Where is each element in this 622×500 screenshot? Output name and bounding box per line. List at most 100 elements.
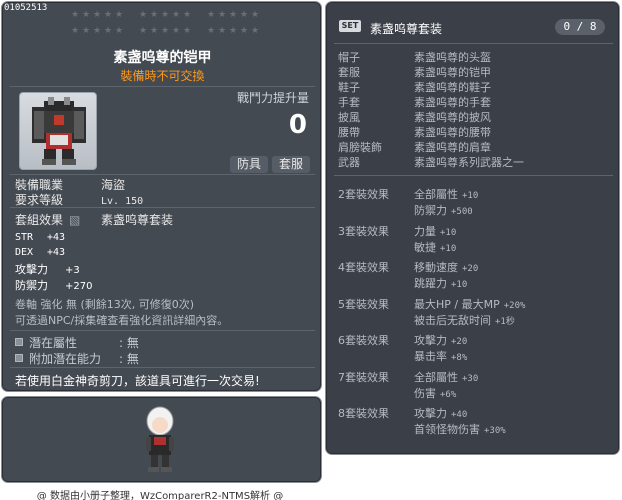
stat-defense: 防禦力 +270 — [15, 277, 92, 293]
star-icon: ★ — [250, 10, 260, 20]
stat-value: +3 — [65, 265, 80, 276]
star-icon: ★ — [92, 10, 102, 20]
potential-label: 附加潛在能力 — [29, 352, 102, 366]
level-label: 要求等級 — [15, 193, 64, 207]
stat-value: +270 — [65, 281, 93, 292]
star-icon: ★ — [217, 10, 227, 20]
set-piece-slot: 帽子 — [338, 51, 360, 64]
potential-row: 潛在屬性 : 無 — [15, 334, 139, 351]
level-value: Lv. 150 — [101, 196, 144, 207]
set-bonus-title: 4套裝效果 — [338, 261, 389, 274]
set-bonus-value: +20% — [503, 300, 526, 311]
npc-hint: 可透過NPC/採集確查看強化資訊詳細內容。 — [15, 314, 229, 327]
star-icon: ★ — [149, 10, 159, 20]
set-piece-row: 肩膀裝飾 素盏呜尊的肩章 — [338, 139, 491, 155]
stat-dex: DEX +43 — [15, 245, 65, 258]
set-bonus-line: 最大HP / 最大MP +20% — [414, 296, 525, 312]
armor-icon — [32, 97, 86, 165]
set-bonus-title: 5套裝效果 — [338, 297, 389, 311]
set-count: 0 / 8 — [555, 19, 605, 35]
scissors-notice: 若使用白金神奇剪刀，該道具可進行一次交易! — [15, 374, 260, 388]
set-effect-label: 套組效果 — [15, 213, 64, 227]
star-icon: ★ — [182, 10, 192, 20]
divider — [334, 175, 613, 176]
star-icon: ★ — [239, 10, 249, 20]
set-bonus-stat: 攻擊力 — [414, 334, 447, 347]
star-icon: ★ — [114, 26, 124, 36]
scroll-upgrade-info: 卷軸 強化 無 (剩餘13次, 可修復0次) — [15, 298, 195, 311]
set-bonus-stat: 防禦力 — [414, 204, 447, 217]
category-tag: 防具 — [230, 156, 269, 173]
level-row: 要求等級 Lv. 150 — [15, 191, 143, 208]
set-bonus-stat: 移動速度 — [414, 261, 458, 274]
star-icon: ★ — [171, 26, 181, 36]
set-effect-row: 套組效果 ▧ 素盏呜尊套装 — [15, 211, 173, 228]
set-bonus-value: +10 — [462, 191, 479, 201]
item-name: 素盏呜尊的铠甲 — [113, 50, 212, 66]
set-bonus-stat: 全部屬性 — [414, 370, 458, 384]
set-bonus-title: 6套裝效果 — [338, 334, 389, 347]
star-icon: ★ — [114, 10, 124, 20]
trade-restriction: 裝備時不可交換 — [120, 69, 205, 83]
set-bonus-stat: 伤害 — [414, 386, 436, 400]
set-bonus-stat: 最大HP / 最大MP — [414, 297, 500, 311]
set-badge: SET — [339, 20, 361, 32]
set-piece-name: 素盏呜尊的鞋子 — [414, 81, 491, 94]
set-bonus-line: 全部屬性 +30 — [414, 369, 478, 385]
set-bonus-value: +20 — [451, 337, 468, 347]
set-bonus-stat: 被击后无敌时间 — [414, 313, 491, 327]
item-tooltip: 01052513 ★ ★ ★ ★ ★ ★ ★ ★ ★ ★ ★ ★ ★ ★ ★ ★ ★ ★ ★ ★ ★ ★ ★ ★ ★ ★ ★ ★ ★ ★… — [1, 1, 322, 392]
set-bonus-line: 伤害 +6% — [414, 385, 456, 401]
set-piece-slot: 套服 — [338, 66, 360, 79]
set-bonus-title: 7套裝效果 — [338, 370, 389, 384]
set-bonus-stat: 攻擊力 — [414, 407, 447, 420]
set-bonus-value: +40 — [451, 410, 468, 420]
set-bonus-stat: 全部屬性 — [414, 188, 458, 201]
set-piece-name: 素盏呜尊的头盔 — [414, 51, 491, 64]
set-tooltip: SET 素盏呜尊套装 0 / 8 帽子 素盏呜尊的头盔 套服 素盏呜尊的铠甲 鞋子 素盏呜… — [325, 1, 620, 455]
set-bonus-line: 力量 +10 — [414, 223, 456, 239]
set-piece-row: 手套 素盏呜尊的手套 — [338, 94, 491, 110]
set-bonus-line: 攻擊力 +20 — [414, 332, 467, 348]
set-bonus-value: +10 — [451, 280, 468, 290]
job-value: 海盜 — [101, 178, 126, 192]
potential-label: 潛在屬性 — [29, 336, 78, 350]
set-bonus-title: 3套裝效果 — [338, 224, 389, 238]
set-bonus-stat: 暴击率 — [414, 350, 447, 363]
set-piece-slot: 武器 — [338, 156, 360, 169]
stat-str: STR +43 — [15, 230, 65, 243]
divider — [10, 367, 315, 368]
set-bonus-value: +1秒 — [495, 316, 515, 327]
potential-value: : 無 — [119, 336, 139, 350]
set-bonus-stat: 跳躍力 — [414, 277, 447, 290]
stat-value: +43 — [47, 247, 66, 258]
potential-value: : 無 — [119, 352, 139, 366]
star-icon: ★ — [81, 26, 91, 36]
star-icon: ★ — [206, 26, 216, 36]
set-piece-name: 素盏呜尊的铠甲 — [414, 66, 491, 79]
star-icon: ★ — [103, 10, 113, 20]
potential-icon — [15, 338, 23, 346]
star-force-row: ★ ★ ★ ★ ★ ★ ★ ★ ★ ★ ★ ★ ★ ★ ★ — [70, 11, 260, 20]
set-bonus-line: 被击后无敌时间 +1秒 — [414, 312, 515, 328]
set-bonus-value: +30 — [462, 373, 479, 384]
set-piece-row: 武器 素盏呜尊系列武器之一 — [338, 154, 524, 170]
star-force-row: ★ ★ ★ ★ ★ ★ ★ ★ ★ ★ ★ ★ ★ ★ ★ — [70, 27, 260, 36]
star-icon: ★ — [182, 26, 192, 36]
divider — [10, 207, 315, 208]
star-icon: ★ — [239, 26, 249, 36]
set-piece-row: 披風 素盏呜尊的披风 — [338, 109, 491, 125]
stat-key: STR — [15, 232, 34, 243]
stat-value: +43 — [47, 232, 66, 243]
set-bonus-value: +8% — [451, 353, 468, 363]
set-bonus-title: 2套裝效果 — [338, 188, 389, 201]
set-bonus-line: 跳躍力 +10 — [414, 275, 467, 291]
set-bonus-stat: 力量 — [414, 224, 436, 238]
star-icon: ★ — [70, 10, 80, 20]
set-piece-row: 套服 素盏呜尊的铠甲 — [338, 64, 491, 80]
star-icon: ★ — [70, 26, 80, 36]
stat-attack: 攻擊力 +3 — [15, 261, 80, 277]
set-bonus-line: 移動速度 +20 — [414, 259, 478, 275]
additional-potential-row: 附加潛在能力 : 無 — [15, 350, 139, 367]
set-bonus-line: 暴击率 +8% — [414, 348, 467, 364]
